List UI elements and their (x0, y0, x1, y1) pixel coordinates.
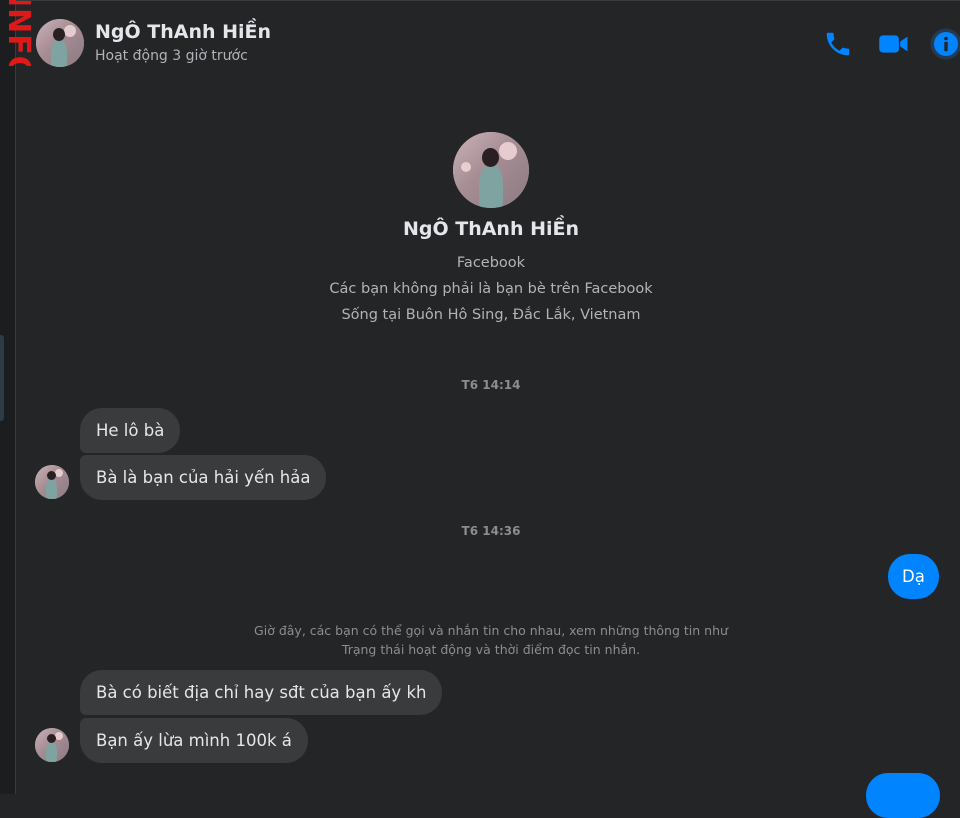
chat-header: NgÔ ThAnh HiỀn Hoạt động 3 giờ trước (16, 0, 960, 89)
profile-location: Sống tại Buôn Hô Sing, Đắc Lắk, Vietnam (0, 307, 960, 323)
incoming-message[interactable]: Bà có biết địa chỉ hay sđt của bạn ấy kh (80, 670, 442, 715)
video-call-button[interactable] (878, 29, 910, 59)
profile-friend-status: Các bạn không phải là bạn bè trên Facebo… (0, 281, 960, 297)
left-rail (0, 0, 16, 794)
profile-source: Facebook (0, 255, 960, 271)
info-icon (930, 28, 960, 60)
sender-avatar[interactable] (35, 465, 69, 499)
incoming-message[interactable]: He lô bà (80, 408, 180, 453)
conversation-info-button[interactable] (930, 28, 960, 60)
message-timestamp: T6 14:14 (0, 378, 960, 392)
profile-name[interactable]: NgÔ ThAnh HiỀn (0, 218, 960, 240)
contact-name[interactable]: NgÔ ThAnh HiỀn (95, 21, 271, 43)
message-timestamp: T6 14:36 (0, 524, 960, 538)
call-button[interactable] (823, 29, 853, 59)
outgoing-message[interactable]: Dạ (888, 554, 939, 599)
contact-avatar[interactable] (36, 19, 84, 67)
incoming-message[interactable]: Bạn ấy lừa mình 100k á (80, 718, 308, 763)
sender-avatar[interactable] (35, 728, 69, 762)
incoming-message[interactable]: Bà là bạn của hải yến hảa (80, 455, 326, 500)
video-camera-icon (878, 29, 910, 59)
outgoing-message-partial[interactable] (866, 773, 940, 818)
phone-icon (823, 29, 853, 59)
connection-notice: Giờ đây, các bạn có thể gọi và nhắn tin … (240, 621, 742, 659)
active-status: Hoạt động 3 giờ trước (95, 48, 248, 64)
profile-avatar[interactable] (453, 132, 529, 208)
